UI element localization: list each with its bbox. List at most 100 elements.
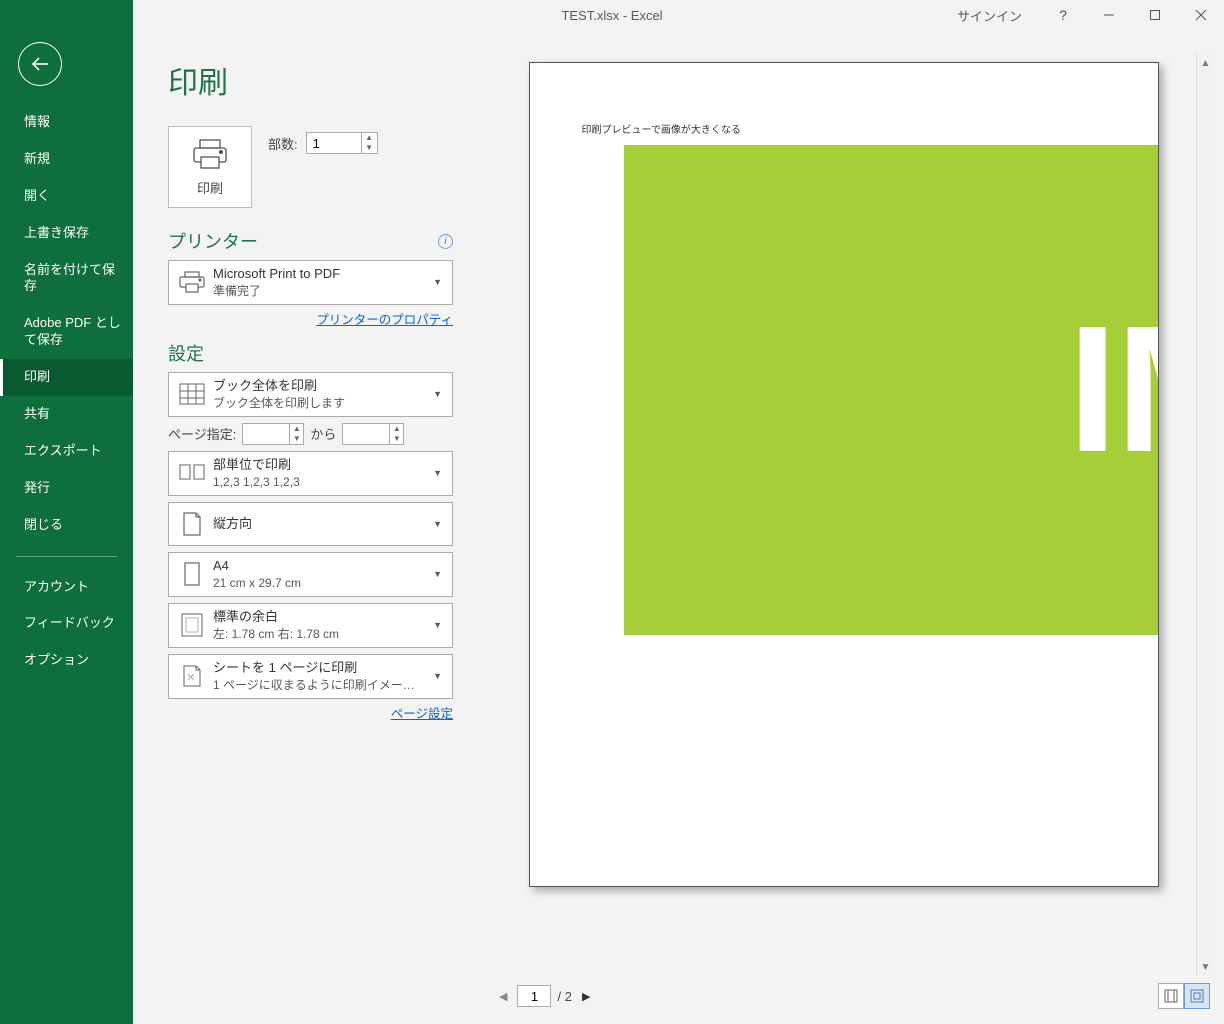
chevron-down-icon: ▼ (429, 389, 446, 399)
window-title: TEST.xlsx - Excel (561, 8, 662, 23)
nav-item-options[interactable]: オプション (0, 642, 133, 679)
preview-image-text: IM (1068, 300, 1159, 480)
page-to-label: から (310, 424, 336, 443)
print-preview-area: 印刷プレビューで画像が大きくなる IM ▲ ▼ ◀ / 2 (463, 30, 1224, 1024)
copies-spinner[interactable]: ▲▼ (306, 132, 378, 154)
portrait-icon (181, 511, 203, 537)
show-margins-button[interactable] (1158, 983, 1184, 1009)
page-to-input[interactable] (343, 424, 389, 443)
collate-title: 部単位で印刷 (213, 456, 429, 474)
print-scope-dropdown[interactable]: ブック全体を印刷 ブック全体を印刷します ▼ (168, 372, 453, 417)
paper-dropdown[interactable]: A4 21 cm x 29.7 cm ▼ (168, 552, 453, 597)
collate-dropdown[interactable]: 部単位で印刷 1,2,3 1,2,3 1,2,3 ▼ (168, 451, 453, 496)
preview-sheet-text: 印刷プレビューで画像が大きくなる (582, 121, 741, 136)
printer-section-heading: プリンター (168, 228, 258, 254)
page-setup-link[interactable]: ページ設定 (391, 703, 453, 722)
scope-desc: ブック全体を印刷します (213, 395, 429, 412)
minimize-button[interactable] (1086, 0, 1132, 30)
print-settings-panel: 印刷 印刷 部数: ▲▼ (133, 30, 463, 1024)
nav-item-save[interactable]: 上書き保存 (0, 215, 133, 252)
chevron-down-icon: ▼ (429, 620, 446, 630)
margin-icon (180, 612, 204, 638)
printer-properties-link[interactable]: プリンターのプロパティ (316, 309, 453, 328)
collate-desc: 1,2,3 1,2,3 1,2,3 (213, 474, 429, 491)
minimize-icon (1103, 9, 1115, 21)
signin-link[interactable]: サインイン (939, 6, 1040, 25)
nav-item-info[interactable]: 情報 (0, 104, 133, 141)
settings-section-heading: 設定 (168, 340, 204, 366)
margin-dropdown[interactable]: 標準の余白 左: 1.78 cm 右: 1.78 cm ▼ (168, 603, 453, 648)
printer-icon (190, 138, 230, 170)
paper-desc: 21 cm x 29.7 cm (213, 575, 429, 592)
zoom-to-page-button[interactable] (1184, 983, 1210, 1009)
chevron-down-icon: ▼ (429, 468, 446, 478)
nav-item-feedback[interactable]: フィードバック (0, 605, 133, 642)
copies-up[interactable]: ▲ (362, 133, 377, 143)
nav-item-print[interactable]: 印刷 (0, 359, 133, 396)
copies-input[interactable] (307, 134, 361, 153)
page-from-input[interactable] (243, 424, 289, 443)
scale-icon (180, 663, 204, 689)
zoom-page-icon (1189, 988, 1205, 1004)
workbook-icon (179, 383, 205, 405)
page-total-label: / 2 (557, 989, 571, 1004)
margin-desc: 左: 1.78 cm 右: 1.78 cm (213, 626, 429, 643)
close-button[interactable] (1178, 0, 1224, 30)
collate-icon (178, 462, 206, 484)
copies-label: 部数: (268, 134, 298, 153)
nav-item-saveas[interactable]: 名前を付けて保存 (0, 252, 133, 306)
page-to-spinner[interactable]: ▲▼ (342, 423, 404, 445)
maximize-button[interactable] (1132, 0, 1178, 30)
preview-footer: ◀ / 2 ▶ (491, 976, 1214, 1016)
page-prev-button[interactable]: ◀ (495, 990, 511, 1003)
printer-dropdown[interactable]: Microsoft Print to PDF 準備完了 ▼ (168, 260, 453, 305)
backstage-sidebar: 情報 新規 開く 上書き保存 名前を付けて保存 Adobe PDF として保存 … (0, 30, 133, 1024)
scroll-down-icon[interactable]: ▼ (1197, 958, 1214, 976)
margins-icon (1163, 988, 1179, 1004)
copies-down[interactable]: ▼ (362, 143, 377, 153)
help-button[interactable]: ? (1040, 0, 1086, 30)
printer-info-icon[interactable]: i (438, 234, 453, 249)
chevron-down-icon: ▼ (429, 671, 446, 681)
nav-item-open[interactable]: 開く (0, 178, 133, 215)
paper-icon (181, 561, 203, 587)
orientation-dropdown[interactable]: 縦方向 ▼ (168, 502, 453, 546)
nav-item-adobepdf[interactable]: Adobe PDF として保存 (0, 305, 133, 359)
preview-vscroll[interactable]: ▲ ▼ (1196, 54, 1214, 976)
print-button-label: 印刷 (197, 178, 223, 197)
close-icon (1195, 9, 1207, 21)
nav-item-publish[interactable]: 発行 (0, 470, 133, 507)
print-button[interactable]: 印刷 (168, 126, 252, 208)
scroll-track[interactable] (1197, 72, 1214, 958)
nav-separator (16, 556, 117, 557)
page-spec-label: ページ指定: (168, 424, 236, 443)
maximize-icon (1149, 9, 1161, 21)
nav-item-close[interactable]: 閉じる (0, 507, 133, 544)
chevron-down-icon: ▼ (429, 519, 446, 529)
scale-desc: 1 ページに収まるように印刷イメー… (213, 677, 429, 694)
scale-dropdown[interactable]: シートを 1 ページに印刷 1 ページに収まるように印刷イメー… ▼ (168, 654, 453, 699)
nav-item-account[interactable]: アカウント (0, 569, 133, 606)
nav-item-share[interactable]: 共有 (0, 396, 133, 433)
page-current-input[interactable] (517, 985, 551, 1007)
orientation-label: 縦方向 (213, 515, 429, 533)
preview-image: IM (624, 145, 1159, 635)
page-from-spinner[interactable]: ▲▼ (242, 423, 304, 445)
nav-item-export[interactable]: エクスポート (0, 433, 133, 470)
margin-title: 標準の余白 (213, 608, 429, 626)
printer-status: 準備完了 (213, 283, 429, 300)
page-next-button[interactable]: ▶ (578, 990, 594, 1003)
page-heading: 印刷 (168, 58, 453, 102)
printer-name: Microsoft Print to PDF (213, 265, 429, 283)
titlebar: TEST.xlsx - Excel サインイン ? (0, 0, 1224, 30)
preview-page: 印刷プレビューで画像が大きくなる IM (529, 62, 1159, 887)
chevron-down-icon: ▼ (429, 569, 446, 579)
back-button[interactable] (18, 42, 62, 86)
scope-title: ブック全体を印刷 (213, 377, 429, 395)
back-arrow-icon (29, 53, 51, 75)
scroll-up-icon[interactable]: ▲ (1197, 54, 1214, 72)
chevron-down-icon: ▼ (429, 277, 446, 287)
nav-item-new[interactable]: 新規 (0, 141, 133, 178)
scale-title: シートを 1 ページに印刷 (213, 659, 429, 677)
paper-title: A4 (213, 557, 429, 575)
